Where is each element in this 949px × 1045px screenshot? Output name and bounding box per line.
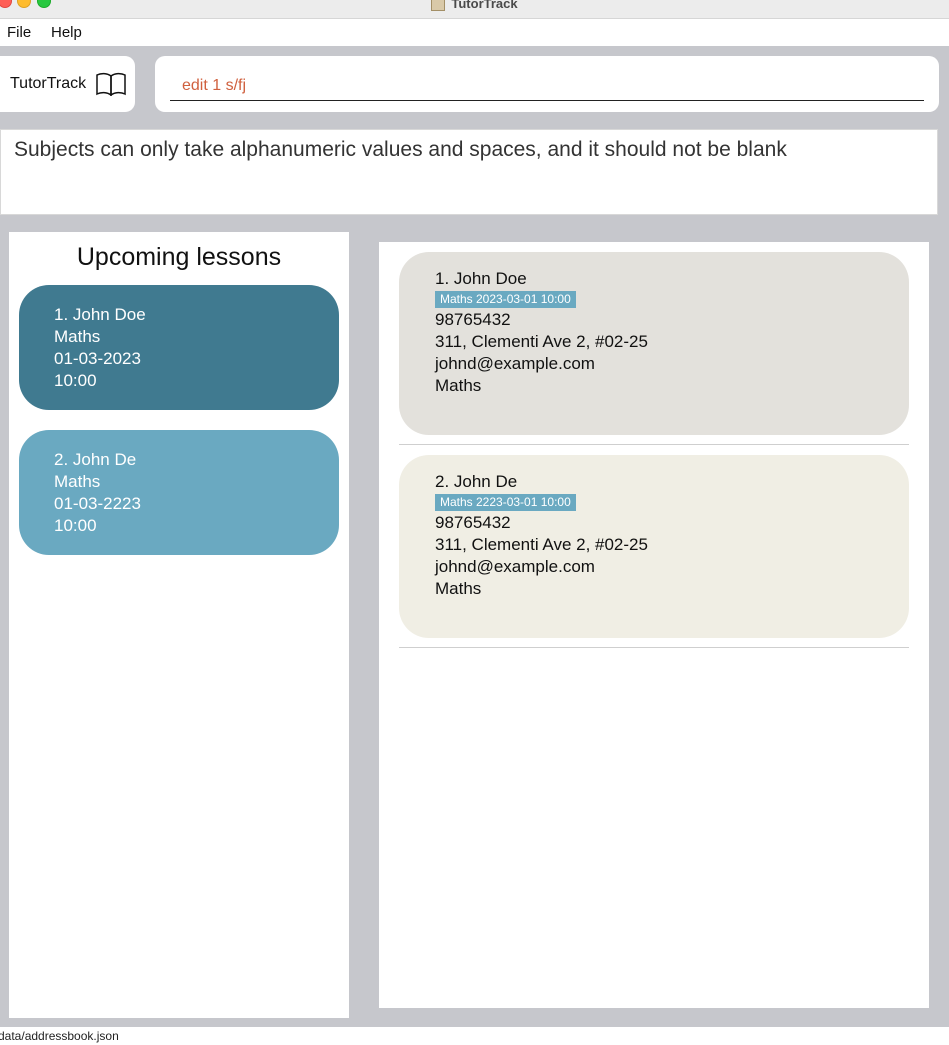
lesson-subject: Maths [54, 472, 101, 491]
menu-bar: File Help [0, 19, 949, 46]
lesson-time: 10:00 [54, 516, 97, 535]
lesson-name: 2. John De [54, 450, 137, 469]
menu-help[interactable]: Help [51, 24, 82, 41]
list-divider [399, 647, 909, 648]
person-name: 2. John De [435, 472, 518, 491]
book-icon [96, 72, 126, 96]
person-name: 1. John Doe [435, 269, 527, 288]
app-icon [431, 0, 446, 12]
lesson-name: 1. John Doe [54, 305, 146, 324]
lesson-card[interactable]: 1. John Doe Maths 01-03-2023 10:00 [19, 285, 339, 410]
menu-file[interactable]: File [7, 24, 31, 41]
person-subject: Maths [435, 376, 482, 395]
person-address: 311, Clementi Ave 2, #02-25 [435, 535, 648, 554]
result-display: Subjects can only take alphanumeric valu… [0, 129, 938, 215]
save-location: data/addressbook.json [0, 1029, 119, 1043]
person-address: 311, Clementi Ave 2, #02-25 [435, 332, 648, 351]
person-email: johnd@example.com [435, 354, 595, 373]
person-phone: 98765432 [435, 513, 511, 532]
window-title-wrap: TutorTrack [0, 0, 949, 12]
person-phone: 98765432 [435, 310, 511, 329]
person-list-panel: 1. John Doe Maths 2023-03-01 10:00 98765… [379, 242, 929, 1008]
brand-name: TutorTrack [10, 75, 87, 92]
command-box [155, 56, 939, 112]
lesson-time: 10:00 [54, 371, 97, 390]
result-message: Subjects can only take alphanumeric valu… [14, 138, 787, 161]
command-input[interactable] [170, 71, 924, 101]
lesson-tag: Maths 2023-03-01 10:00 [435, 291, 576, 308]
lesson-card[interactable]: 2. John De Maths 01-03-2223 10:00 [19, 430, 339, 555]
window-title: TutorTrack [451, 0, 518, 11]
lesson-tag: Maths 2223-03-01 10:00 [435, 494, 576, 511]
list-divider [399, 444, 909, 445]
person-subject: Maths [435, 579, 482, 598]
person-card[interactable]: 2. John De Maths 2223-03-01 10:00 987654… [399, 455, 909, 638]
status-bar: data/addressbook.json [0, 1027, 949, 1045]
lesson-date: 01-03-2023 [54, 349, 141, 368]
title-bar: TutorTrack [0, 0, 949, 19]
upcoming-lessons-title: Upcoming lessons [76, 243, 282, 271]
person-card[interactable]: 1. John Doe Maths 2023-03-01 10:00 98765… [399, 252, 909, 435]
upcoming-lessons-panel: Upcoming lessons 1. John Doe Maths 01-03… [9, 232, 349, 1018]
lesson-subject: Maths [54, 327, 101, 346]
lesson-date: 01-03-2223 [54, 494, 141, 513]
person-email: johnd@example.com [435, 557, 595, 576]
